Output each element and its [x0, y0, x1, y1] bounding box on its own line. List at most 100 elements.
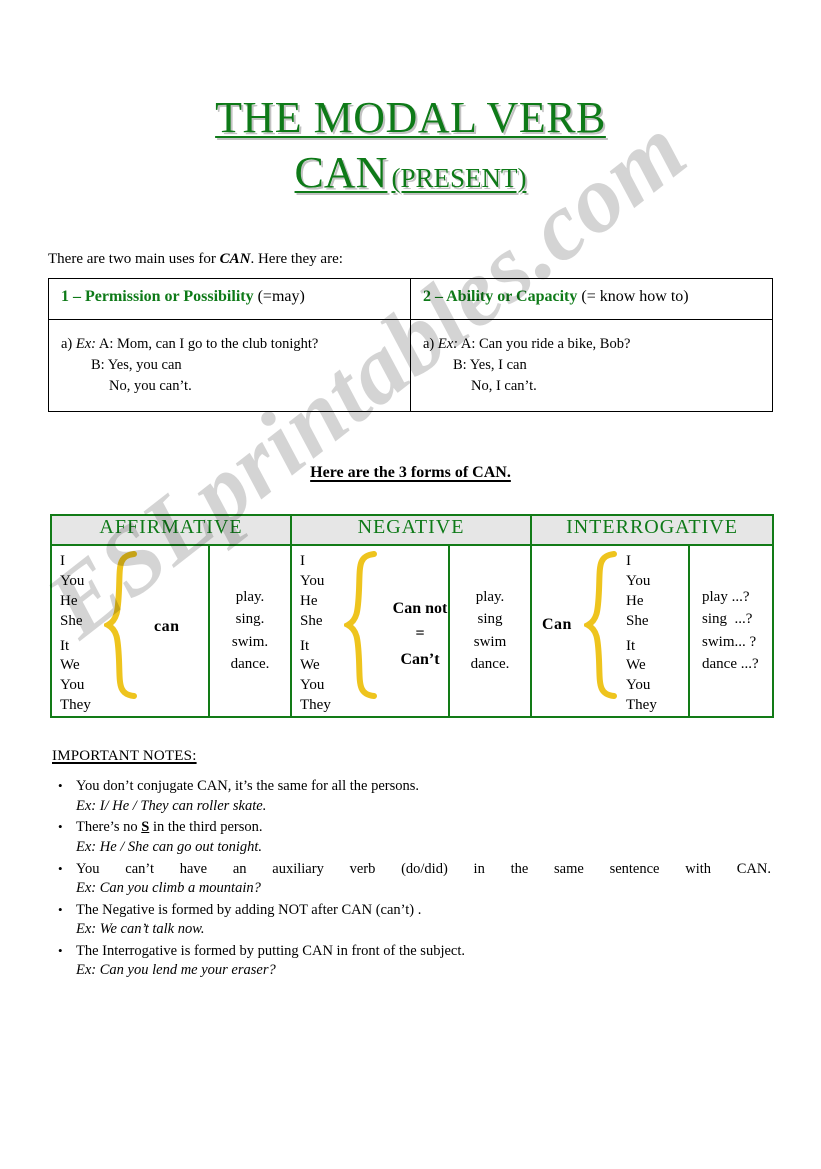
note-example: Ex: Can you climb a mountain?	[76, 879, 776, 899]
pronoun: You	[60, 677, 85, 694]
verb: dance.	[230, 656, 270, 673]
negative-modal-line-2: =	[415, 625, 425, 643]
note-item: You can’t have an auxiliary verb (do/did…	[58, 860, 776, 899]
curly-brace-icon	[104, 550, 144, 700]
note-example-label: Ex:	[76, 880, 100, 897]
negative-modal-line-1: Can not	[392, 599, 448, 617]
pronoun: You	[626, 677, 651, 694]
pronoun: We	[626, 657, 646, 674]
verb: dance.	[470, 656, 510, 673]
uses-item-marker-2: a)	[423, 335, 435, 352]
pronoun: I	[626, 552, 631, 569]
note-item: There’s no S in the third person. Ex: He…	[58, 818, 776, 858]
note-item: The Interrogative is formed by putting C…	[58, 942, 776, 981]
note-example-text: Can you lend me your eraser?	[99, 962, 276, 979]
note-example-label: Ex:	[76, 962, 100, 979]
uses-header-cell-1: 1 – Permission or Possibility (=may)	[48, 277, 411, 320]
interrogative-verb-cell: play ...? sing ...? swim... ? dance ...?	[688, 543, 774, 719]
note-text: You can’t have an auxiliary verb (do/did…	[76, 860, 771, 877]
negative-modal-line-3: Can’t	[400, 650, 440, 668]
pronoun: It	[300, 637, 310, 654]
pronoun: They	[626, 697, 657, 714]
pronoun: They	[60, 697, 91, 714]
intro-emphasis: CAN	[219, 250, 251, 267]
uses-heading-green-1: 1 – Permission or Possibility	[61, 287, 254, 305]
verb: swim	[473, 633, 507, 650]
uses-line-a-2: A: Can you ride a bike, Bob?	[460, 335, 631, 352]
forms-heading: Here are the 3 forms of CAN.	[310, 463, 511, 481]
verb: sing	[477, 611, 503, 628]
notes-list: You don’t conjugate CAN, it’s the same f…	[52, 777, 776, 981]
verb: sing ...?	[702, 611, 753, 628]
affirmative-verb-list: play. sing. swim. dance.	[210, 546, 290, 676]
forms-header-negative: NEGATIVE	[290, 513, 532, 546]
uses-body-cell-2: a) Ex: A: Can you ride a bike, Bob? B: Y…	[410, 318, 773, 412]
verb: play.	[475, 588, 505, 605]
verb: play ...?	[702, 588, 750, 605]
uses-line-c-1: No, you can’t.	[109, 377, 192, 394]
note-text: The Negative is formed by adding NOT aft…	[76, 901, 422, 918]
uses-line-c-2: No, I can’t.	[471, 377, 537, 394]
worksheet-page: THE MODAL VERB CAN (PRESENT) There are t…	[0, 0, 821, 981]
note-item: You don’t conjugate CAN, it’s the same f…	[58, 777, 776, 817]
uses-heading-green-2: 2 – Ability or Capacity	[423, 287, 578, 305]
uses-header-row: 1 – Permission or Possibility (=may) 2 –…	[48, 277, 773, 320]
negative-verb-cell: play. sing swim dance.	[448, 543, 532, 719]
affirmative-modal: can	[154, 617, 180, 635]
note-example-text: I/ He / They can roller skate.	[99, 797, 267, 814]
note-example: Ex: He / She can go out tonight.	[76, 838, 776, 858]
title-can-text: CAN	[294, 147, 388, 197]
curly-brace-icon	[584, 550, 624, 700]
uses-item-marker-1: a)	[61, 335, 73, 352]
intro-after: . Here they are:	[250, 250, 343, 267]
forms-header-affirmative: AFFIRMATIVE	[50, 513, 292, 546]
pronoun: I	[60, 552, 65, 569]
interrogative-subject-cell: Can I You He She It We You They	[530, 543, 690, 719]
note-text: The Interrogative is formed by putting C…	[76, 942, 465, 959]
note-item: The Negative is formed by adding NOT aft…	[58, 901, 776, 940]
note-example-label: Ex:	[76, 797, 100, 814]
pronoun: You	[300, 677, 325, 694]
uses-line-b-2: B: Yes, I can	[453, 356, 527, 373]
pronoun: You	[60, 572, 85, 589]
page-title: THE MODAL VERB CAN (PRESENT)	[0, 0, 821, 196]
forms-table: AFFIRMATIVE NEGATIVE INTERROGATIVE I You…	[50, 513, 774, 719]
negative-verb-list: play. sing swim dance.	[450, 546, 530, 676]
pronoun: I	[300, 552, 305, 569]
pronoun: You	[626, 572, 651, 589]
note-example-text: He / She can go out tonight.	[99, 838, 263, 855]
uses-line-a-1: A: Mom, can I go to the club tonight?	[98, 335, 319, 352]
pronoun: She	[60, 612, 83, 629]
note-text-after: in the third person.	[149, 819, 263, 836]
affirmative-verb-cell: play. sing. swim. dance.	[208, 543, 292, 719]
curly-brace-icon	[344, 550, 384, 700]
uses-ex-label-2: Ex:	[437, 335, 459, 352]
verb: swim... ?	[702, 633, 757, 650]
note-example-label: Ex:	[76, 921, 100, 938]
negative-subject-cell: I You He She It We You They Can not = Ca…	[290, 543, 450, 719]
note-example-text: We can’t talk now.	[99, 921, 205, 938]
pronoun: You	[300, 572, 325, 589]
verb: dance ...?	[702, 656, 759, 673]
pronoun: She	[300, 612, 323, 629]
uses-header-cell-2: 2 – Ability or Capacity (= know how to)	[410, 277, 773, 320]
uses-table: 1 – Permission or Possibility (=may) 2 –…	[48, 277, 773, 412]
pronoun: It	[60, 637, 70, 654]
uses-ex-label-1: Ex:	[75, 335, 97, 352]
title-line-1: THE MODAL VERB	[0, 95, 821, 141]
uses-heading-black-1: (=may)	[257, 287, 305, 305]
pronoun: She	[626, 612, 649, 629]
pronoun: He	[300, 592, 318, 609]
uses-body-cell-1: a) Ex: A: Mom, can I go to the club toni…	[48, 318, 411, 412]
forms-body-row: I You He She It We You They can play. si…	[50, 543, 774, 719]
uses-body-row: a) Ex: A: Mom, can I go to the club toni…	[48, 318, 773, 412]
note-example: Ex: I/ He / They can roller skate.	[76, 797, 776, 817]
pronoun: They	[300, 697, 331, 714]
intro-paragraph: There are two main uses for CAN. Here th…	[48, 251, 821, 268]
pronoun: He	[626, 592, 644, 609]
note-text-before: There’s no	[76, 819, 142, 836]
intro-before: There are two main uses for	[48, 250, 220, 267]
note-example: Ex: We can’t talk now.	[76, 920, 776, 940]
note-text: You don’t conjugate CAN, it’s the same f…	[76, 778, 419, 795]
pronoun: We	[300, 657, 320, 674]
